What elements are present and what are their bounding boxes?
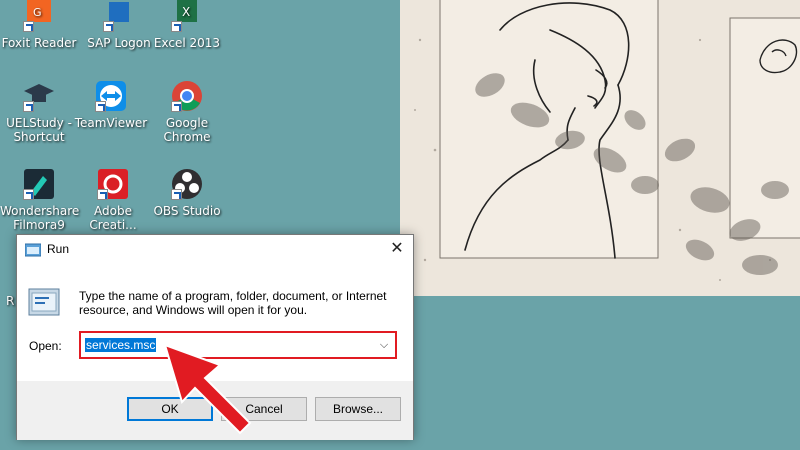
- run-program-icon: [28, 288, 60, 316]
- desktop-icon-label: Adobe Creati...: [89, 204, 137, 232]
- desktop-icon-foxit-reader[interactable]: G Foxit Reader: [0, 0, 78, 50]
- desktop-icon-adobe-cc[interactable]: Adobe Creati...: [74, 168, 152, 232]
- open-input-value: services.msc: [85, 338, 157, 352]
- teamviewer-icon: [95, 80, 127, 112]
- close-button[interactable]: ✕: [381, 235, 413, 265]
- desktop-icon-google-chrome[interactable]: Google Chrome: [148, 80, 226, 144]
- sap-logon-icon: [103, 0, 135, 32]
- wallpaper-art: [400, 0, 800, 296]
- desktop-icon-teamviewer[interactable]: TeamViewer: [72, 80, 150, 130]
- desktop-icon-uelstudy[interactable]: UELStudy - Shortcut: [0, 80, 78, 144]
- run-app-icon: [25, 243, 41, 257]
- foxit-reader-icon: G: [23, 0, 55, 32]
- obs-studio-icon: [171, 168, 203, 200]
- filmora-icon: [23, 168, 55, 200]
- title-bar[interactable]: Run ✕: [17, 235, 413, 265]
- desktop-icon-label: Wondershare Filmora9: [0, 204, 80, 232]
- partial-desktop-label: R: [6, 294, 15, 308]
- desktop-icon-label: Google Chrome: [163, 116, 211, 144]
- desktop-icon-excel[interactable]: X Excel 2013: [148, 0, 226, 50]
- window-title: Run: [47, 242, 70, 256]
- desktop-icon-label: Excel 2013: [153, 36, 221, 50]
- desktop-icon-label: SAP Logon: [87, 36, 151, 50]
- excel-icon: X: [171, 0, 203, 32]
- open-label: Open:: [29, 339, 62, 353]
- desktop-icon-label: UELStudy - Shortcut: [6, 116, 72, 144]
- svg-text:X: X: [182, 5, 190, 19]
- run-description: Type the name of a program, folder, docu…: [79, 289, 387, 317]
- browse-button[interactable]: Browse...: [315, 397, 401, 421]
- desktop-icon-label: TeamViewer: [74, 116, 148, 130]
- desktop-icon-label: OBS Studio: [153, 204, 221, 218]
- svg-text:G: G: [33, 6, 42, 19]
- annotation-arrow-icon: [163, 343, 252, 435]
- chevron-down-icon[interactable]: ⌵: [377, 336, 391, 354]
- desktop-icon-sap-logon[interactable]: SAP Logon: [80, 0, 158, 50]
- desktop-icon-label: Foxit Reader: [1, 36, 77, 50]
- chrome-icon: [171, 80, 203, 112]
- adobe-cc-icon: [97, 168, 129, 200]
- desktop-icon-filmora[interactable]: Wondershare Filmora9: [0, 168, 80, 232]
- graduation-cap-icon: [23, 80, 55, 112]
- desktop-icon-obs-studio[interactable]: OBS Studio: [148, 168, 226, 218]
